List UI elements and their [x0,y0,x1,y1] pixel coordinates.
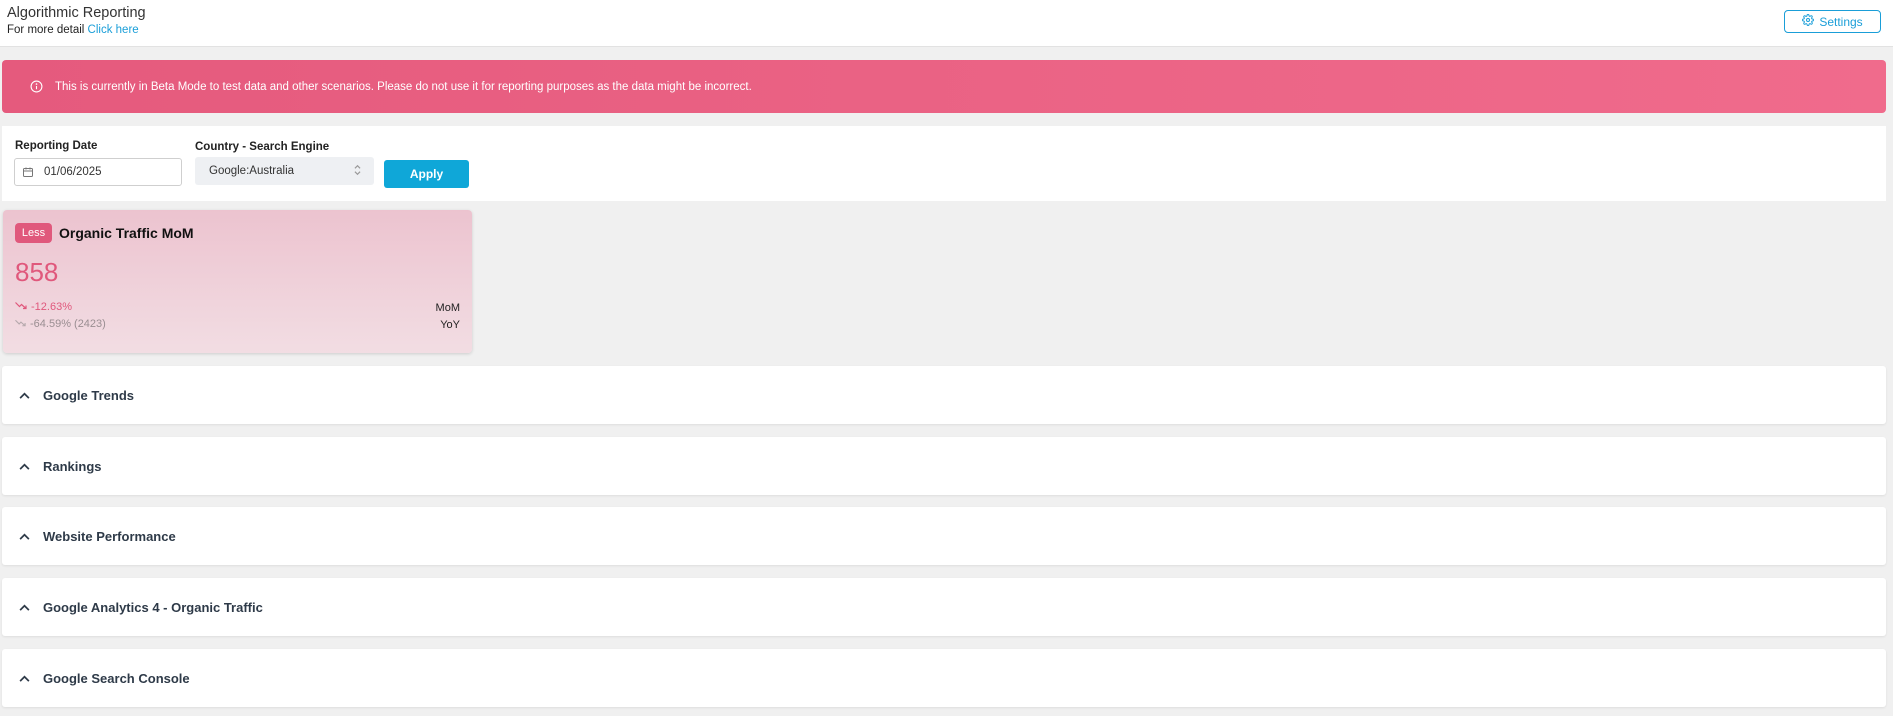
reporting-date-value: 01/06/2025 [44,166,102,178]
settings-button[interactable]: Settings [1784,10,1881,33]
section-google-trends[interactable]: Google Trends [2,366,1886,424]
organic-traffic-card: Less Organic Traffic MoM 858 -12.63% MoM… [3,210,472,353]
metric-value: 858 [15,257,59,287]
yoy-change-row: -64.59% (2423) [15,318,106,330]
section-label: Rankings [43,458,102,474]
beta-banner: This is currently in Beta Mode to test d… [2,60,1886,113]
chevron-up-icon [19,392,30,399]
reporting-date-label: Reporting Date [15,140,98,152]
chevron-up-icon [19,604,30,611]
section-label: Website Performance [43,528,176,544]
banner-message: This is currently in Beta Mode to test d… [55,80,752,93]
mom-change-value: -12.63% [31,301,72,313]
mom-label: MoM [435,302,460,314]
country-engine-value: Google:Australia [209,165,295,177]
section-rankings[interactable]: Rankings [2,437,1886,495]
detail-prefix: For more detail [7,24,85,36]
metric-title: Organic Traffic MoM [59,225,194,241]
section-ga4-organic-traffic[interactable]: Google Analytics 4 - Organic Traffic [2,578,1886,636]
section-label: Google Search Console [43,670,190,686]
info-icon [30,80,43,93]
yoy-label: YoY [440,319,460,331]
country-engine-select[interactable]: Google:Australia [195,157,374,185]
status-badge: Less [15,223,52,243]
trending-down-icon [15,318,26,330]
page-title: Algorithmic Reporting [7,5,146,21]
apply-button[interactable]: Apply [384,160,469,188]
trending-down-icon [15,301,27,313]
settings-label: Settings [1819,14,1863,29]
detail-line: For more detail Click here [7,24,139,36]
top-bar: Algorithmic Reporting For more detail Cl… [0,0,1893,47]
mom-change-row: -12.63% [15,301,72,313]
country-engine-label: Country - Search Engine [195,141,330,153]
sort-arrows-icon [353,164,362,179]
yoy-change-value: -64.59% (2423) [30,318,106,330]
filter-panel: Reporting Date 01/06/2025 Country - Sear… [2,126,1886,201]
section-label: Google Analytics 4 - Organic Traffic [43,599,263,615]
chevron-up-icon [19,533,30,540]
gear-icon [1802,14,1815,29]
section-website-performance[interactable]: Website Performance [2,507,1886,565]
section-label: Google Trends [43,387,135,403]
section-google-search-console[interactable]: Google Search Console [2,649,1886,707]
chevron-up-icon [19,675,30,682]
chevron-up-icon [19,463,30,470]
detail-link[interactable]: Click here [88,24,139,36]
reporting-date-input[interactable]: 01/06/2025 [14,158,182,186]
calendar-icon [22,166,34,178]
